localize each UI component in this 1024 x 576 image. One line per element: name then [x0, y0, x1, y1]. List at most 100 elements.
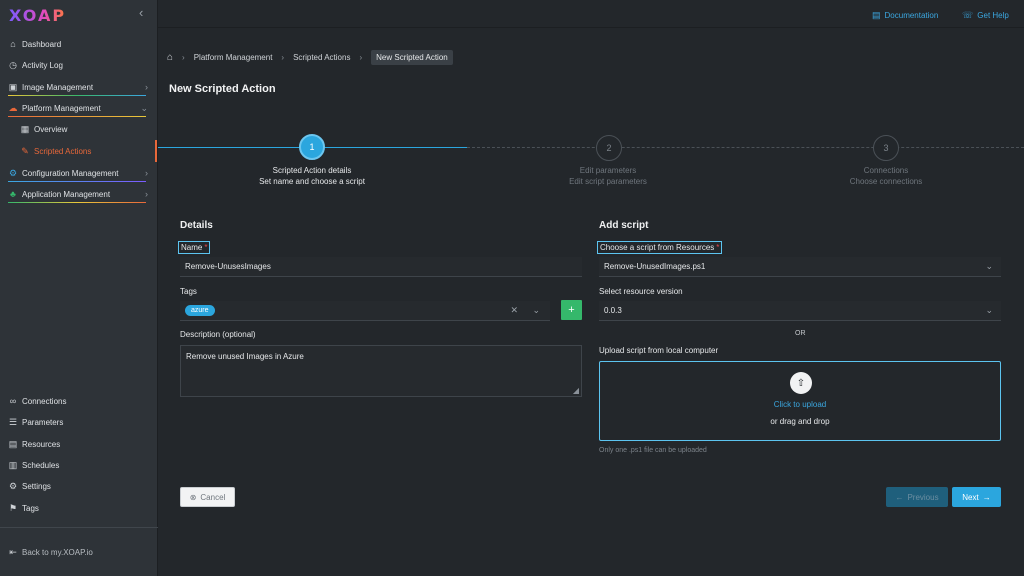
sidebar-item-activity-log[interactable]: ◷ Activity Log	[0, 55, 158, 75]
upload-cloud-icon: ⇧	[790, 372, 812, 394]
required-marker: *	[716, 243, 720, 252]
choose-script-label: Choose a script from Resources *	[597, 241, 723, 254]
tags-input[interactable]: azure ✕ ⌄	[180, 301, 550, 321]
description-textarea[interactable]: Remove unused Images in Azure ◢	[180, 345, 582, 397]
chevron-right-icon: ›	[145, 189, 148, 199]
accent-underline	[8, 116, 146, 117]
xoap-logo[interactable]: XOAP	[9, 6, 66, 25]
chevron-down-icon: ⌄	[985, 261, 993, 271]
sidebar-item-resources[interactable]: ▤ Resources	[0, 434, 158, 454]
upload-label: Upload script from local computer	[599, 346, 719, 355]
list-icon: ☰	[8, 416, 18, 427]
sidebar-item-connections[interactable]: ∞ Connections	[0, 391, 158, 411]
next-button[interactable]: Next →	[952, 487, 1001, 507]
chevron-right-icon: ›	[281, 53, 285, 62]
stepper-pending-line	[467, 147, 1024, 148]
chevron-down-icon: ⌄	[140, 102, 148, 113]
box-icon: ▤	[8, 438, 18, 449]
name-label: Name *	[178, 241, 211, 254]
sidebar-item-configuration-management[interactable]: ⚙ Configuration Management ›	[0, 163, 158, 183]
step-1-circle[interactable]: 1	[299, 134, 325, 160]
sidebar-item-label: Dashboard	[22, 39, 62, 49]
or-divider: OR	[795, 330, 806, 337]
sidebar-item-label: Tags	[22, 503, 39, 513]
get-help-link[interactable]: ☏ Get Help	[962, 10, 1009, 21]
step-2-circle[interactable]: 2	[596, 135, 622, 161]
sidebar-item-label: Connections	[22, 396, 67, 406]
upload-hint: Only one .ps1 file can be uploaded	[599, 447, 707, 454]
sidebar-item-label: Resources	[22, 439, 61, 449]
accent-underline	[8, 202, 146, 203]
pencil-icon: ✎	[21, 145, 29, 156]
documentation-label: Documentation	[884, 11, 939, 20]
chevron-left-icon[interactable]: ‹	[139, 5, 143, 20]
sidebar-item-application-management[interactable]: ♣ Application Management ›	[0, 184, 158, 204]
apps-icon: ♣	[10, 189, 16, 199]
sidebar-item-label: Scripted Actions	[34, 146, 92, 156]
step-2-text: Edit parameters Edit script parameters	[528, 165, 688, 187]
sidebar-item-label: Platform Management	[22, 103, 101, 113]
sidebar-item-label: Configuration Management	[22, 168, 119, 178]
sidebar-item-label: Overview	[34, 124, 68, 134]
sidebar-item-parameters[interactable]: ☰ Parameters	[0, 412, 158, 432]
topbar: ▤ Documentation ☏ Get Help	[158, 0, 1024, 28]
previous-button[interactable]: ← Previous	[886, 487, 948, 507]
sidebar-item-dashboard[interactable]: ⌂ Dashboard	[0, 34, 158, 54]
arrow-left-icon: ←	[895, 492, 904, 502]
breadcrumb-platform-management[interactable]: Platform Management	[194, 53, 273, 62]
add-tag-button[interactable]: +	[561, 300, 582, 320]
clear-icon[interactable]: ✕	[510, 305, 518, 316]
sidebar-item-settings[interactable]: ⚙ Settings	[0, 476, 158, 496]
back-link[interactable]: ⇤ Back to my.XOAP.io	[0, 542, 158, 562]
version-select-value: 0.0.3	[604, 306, 622, 315]
resize-handle-icon[interactable]: ◢	[573, 386, 579, 395]
sidebar-item-label: Parameters	[22, 417, 64, 427]
chevron-down-icon[interactable]: ⌄	[532, 305, 540, 316]
description-label: Description (optional)	[180, 330, 256, 339]
required-marker: *	[204, 243, 208, 252]
get-help-label: Get Help	[977, 11, 1009, 20]
sidebar-item-scripted-actions[interactable]: ✎ Scripted Actions	[0, 141, 158, 161]
sidebar-item-overview[interactable]: ▦ Overview	[0, 119, 158, 139]
script-select[interactable]: Remove-UnusedImages.ps1 ⌄	[599, 257, 1001, 277]
version-select[interactable]: 0.0.3 ⌄	[599, 301, 1001, 321]
help-icon: ☏	[962, 10, 974, 20]
chevron-right-icon: ›	[359, 53, 363, 62]
home-icon: ⌂	[10, 39, 16, 49]
home-icon[interactable]: ⌂	[167, 52, 173, 63]
tag-chip-azure[interactable]: azure	[185, 305, 215, 316]
step-3-circle[interactable]: 3	[873, 135, 899, 161]
sidebar-item-image-management[interactable]: ▣ Image Management ›	[0, 77, 158, 97]
clock-icon: ◷	[9, 59, 17, 70]
documentation-link[interactable]: ▤ Documentation	[872, 10, 938, 21]
sidebar-item-label: Schedules	[22, 460, 60, 470]
step-3-subtitle: Choose connections	[849, 177, 923, 186]
script-select-value: Remove-UnusedImages.ps1	[604, 262, 706, 271]
sidebar-item-schedules[interactable]: ▥ Schedules	[0, 455, 158, 475]
grid-icon: ▦	[20, 123, 30, 134]
chevron-right-icon: ›	[145, 168, 148, 178]
breadcrumb-scripted-actions[interactable]: Scripted Actions	[293, 53, 350, 62]
back-link-label: Back to my.XOAP.io	[22, 547, 93, 557]
accent-underline	[8, 181, 146, 182]
chevron-right-icon: ›	[182, 53, 185, 62]
config-icon: ⚙	[8, 167, 18, 178]
sidebar-item-platform-management[interactable]: ☁ Platform Management ⌄	[0, 98, 158, 118]
sidebar-item-label: Application Management	[22, 189, 111, 199]
previous-label: Previous	[907, 492, 939, 502]
version-label: Select resource version	[599, 287, 683, 296]
sidebar-item-tags[interactable]: ⚑ Tags	[0, 498, 158, 518]
choose-script-label-text: Choose a script from Resources	[600, 243, 715, 252]
exit-icon: ⇤	[9, 546, 17, 557]
cancel-button[interactable]: ⊗ Cancel	[180, 487, 235, 507]
name-input[interactable]: Remove-UnusesImages	[180, 257, 582, 277]
cloud-icon: ☁	[8, 102, 18, 113]
upload-dropzone[interactable]: ⇧ Click to upload or drag and drop	[599, 361, 1001, 441]
calendar-icon: ▥	[8, 459, 18, 470]
step-1-title: Scripted Action details	[272, 166, 352, 175]
tag-icon: ⚑	[8, 502, 18, 513]
description-value: Remove unused Images in Azure	[186, 352, 304, 361]
page-title: New Scripted Action	[169, 83, 276, 95]
next-label: Next	[962, 492, 979, 502]
click-to-upload-link[interactable]: Click to upload	[600, 400, 1000, 409]
